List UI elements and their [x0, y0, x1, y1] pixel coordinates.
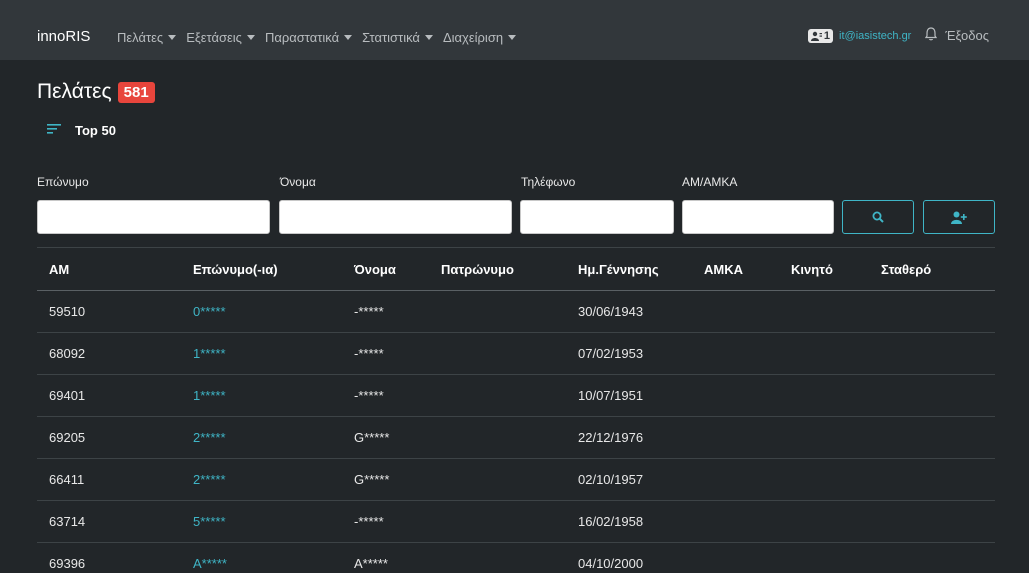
cell-name: G***** [354, 430, 390, 445]
name-input[interactable] [279, 200, 512, 234]
cell-birth-date: 22/12/1976 [578, 430, 644, 445]
col-mobile[interactable]: Κινητό [779, 262, 869, 277]
menu-admin-label: Διαχείριση [442, 30, 504, 45]
add-user-icon [951, 211, 967, 224]
cell-surname-link[interactable]: 2***** [181, 430, 342, 445]
cell-birth-date: 02/10/1957 [578, 472, 644, 487]
brand-logo[interactable]: innoRIS [37, 28, 90, 45]
user-id-badge[interactable]: 1 [807, 28, 834, 43]
cell-name: -***** [354, 346, 384, 361]
surname-label: Επώνυμο [37, 175, 89, 189]
col-amka[interactable]: ΑΜΚΑ [692, 262, 779, 277]
cell-name: -***** [354, 514, 384, 529]
caret-down-icon [424, 35, 433, 40]
menu-exams-label: Εξετάσεις [186, 30, 242, 45]
cell-birth-date: 07/02/1953 [578, 346, 644, 361]
caret-down-icon [508, 35, 517, 40]
col-surname[interactable]: Επώνυμο(-ια) [181, 262, 342, 277]
table-row: 69396 A***** A***** 04/10/2000 [37, 543, 995, 573]
add-client-button[interactable] [923, 200, 995, 234]
col-birth-date[interactable]: Ημ.Γέννησης [566, 262, 692, 277]
id-card-icon [810, 31, 822, 41]
bell-icon[interactable] [925, 27, 938, 44]
phone-input[interactable] [520, 200, 674, 234]
menu-statistics[interactable]: Στατιστικά [362, 30, 433, 45]
client-count-badge: 581 [117, 81, 155, 103]
page-title: Πελάτες [37, 80, 112, 103]
menu-admin[interactable]: Διαχείριση [442, 30, 517, 45]
cell-name: G***** [354, 472, 390, 487]
cell-am: 59510 [49, 304, 86, 319]
menu-exams[interactable]: Εξετάσεις [186, 30, 255, 45]
menu-clients[interactable]: Πελάτες [117, 30, 177, 45]
table-header: ΑΜ Επώνυμο(-ια) Όνομα Πατρώνυμο Ημ.Γέννη… [37, 247, 995, 291]
col-father-name[interactable]: Πατρώνυμο [429, 262, 566, 277]
cell-name: -***** [354, 304, 384, 319]
cell-am: 63714 [49, 514, 86, 529]
user-email-link[interactable]: it@iasistech.gr [839, 30, 911, 42]
cell-surname-link[interactable]: 1***** [181, 388, 342, 403]
cell-surname-link[interactable]: 5***** [181, 514, 342, 529]
am-amka-input[interactable] [682, 200, 834, 234]
cell-birth-date: 16/02/1958 [578, 514, 644, 529]
cell-am: 69205 [49, 430, 86, 445]
caret-down-icon [344, 35, 353, 40]
cell-surname-link[interactable]: A***** [181, 556, 342, 571]
col-phone[interactable]: Σταθερό [869, 262, 995, 277]
user-area: 1 it@iasistech.gr Έξοδος [807, 27, 1029, 44]
cell-am: 69396 [49, 556, 86, 571]
menu-invoices-label: Παραστατικά [264, 30, 340, 45]
cell-surname-link[interactable]: 1***** [181, 346, 342, 361]
cell-birth-date: 30/06/1943 [578, 304, 644, 319]
cell-birth-date: 10/07/1951 [578, 388, 644, 403]
menu-clients-label: Πελάτες [117, 30, 164, 45]
cell-am: 69401 [49, 388, 86, 403]
main-menu: Πελάτες Εξετάσεις Παραστατικά Στατιστικά… [117, 30, 526, 45]
phone-label: Τηλέφωνο [521, 175, 576, 189]
cell-am: 66411 [49, 472, 85, 487]
cell-name: A***** [354, 556, 388, 571]
col-name[interactable]: Όνομα [342, 262, 429, 277]
am-amka-label: ΑΜ/ΑΜΚΑ [682, 175, 738, 189]
cell-surname-link[interactable]: 2***** [181, 472, 342, 487]
caret-down-icon [168, 35, 177, 40]
top-navbar: innoRIS Πελάτες Εξετάσεις Παραστατικά Στ… [0, 0, 1029, 60]
search-button[interactable] [842, 200, 914, 234]
cell-name: -***** [354, 388, 384, 403]
cell-surname-link[interactable]: 0***** [181, 304, 342, 319]
top50-filter[interactable]: Top 50 [47, 121, 116, 139]
clients-table: ΑΜ Επώνυμο(-ια) Όνομα Πατρώνυμο Ημ.Γέννη… [37, 247, 995, 573]
top50-label: Top 50 [75, 122, 116, 138]
name-label: Όνομα [280, 175, 316, 189]
cell-birth-date: 04/10/2000 [578, 556, 644, 571]
table-row: 66411 2***** G***** 02/10/1957 [37, 459, 995, 501]
menu-statistics-label: Στατιστικά [362, 30, 420, 45]
table-row: 69205 2***** G***** 22/12/1976 [37, 417, 995, 459]
cell-am: 68092 [49, 346, 86, 361]
surname-input[interactable] [37, 200, 270, 234]
menu-invoices[interactable]: Παραστατικά [264, 30, 353, 45]
table-row: 68092 1***** -***** 07/02/1953 [37, 333, 995, 375]
search-icon [872, 211, 884, 223]
page-header: Πελάτες 581 [37, 80, 155, 104]
table-row: 69401 1***** -***** 10/07/1951 [37, 375, 995, 417]
caret-down-icon [246, 35, 255, 40]
table-row: 59510 0***** -***** 30/06/1943 [37, 291, 995, 333]
logout-link[interactable]: Έξοδος [945, 28, 989, 43]
table-row: 63714 5***** -***** 16/02/1958 [37, 501, 995, 543]
user-id-number: 1 [823, 29, 831, 42]
col-am[interactable]: ΑΜ [37, 262, 181, 277]
sort-lines-icon [47, 121, 61, 139]
